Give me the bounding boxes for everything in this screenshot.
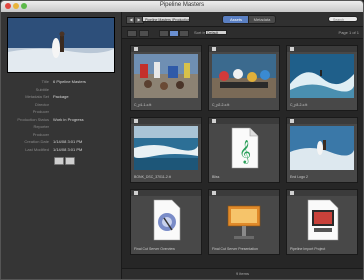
asset-tile[interactable]: C_p1-1-c.tt — [130, 45, 202, 111]
tab-metadata[interactable]: Metadata — [248, 15, 276, 24]
metadata-row: Director — [34, 101, 49, 107]
metadata-row: Last Modified 1/14/08 3:01 PM — [25, 146, 83, 152]
thumbnail — [212, 198, 276, 242]
metadata-list: Title 6 Pipeline Masters Subtitle Metadat… — [1, 78, 121, 153]
metadata-row: Title 6 Pipeline Masters — [41, 79, 86, 84]
asset-name: Pipeline Import Project — [290, 247, 326, 251]
asset-tile[interactable]: 𝄞 Bliss — [208, 117, 280, 183]
tab-assets[interactable]: Assets — [222, 15, 250, 24]
asset-name: Final Cut Server Presentation — [212, 247, 258, 251]
location-popup[interactable]: Pipeline Masters (Production 1) — [142, 16, 190, 22]
asset-tile[interactable]: C_p3-2-c.tt — [286, 45, 358, 111]
edit-metadata-button[interactable] — [54, 157, 64, 165]
status-bar: 9 items — [122, 268, 363, 279]
thumbnail-view-icon[interactable] — [169, 30, 179, 37]
inspector-panel: Title 6 Pipeline Masters Subtitle Metadat… — [1, 12, 122, 279]
app-window: Pipeline Masters Title 6 Pipeline Masters… — [0, 0, 364, 280]
fcp-project-icon — [307, 199, 339, 241]
thumbnail — [134, 54, 198, 98]
doc-type-icon — [212, 191, 216, 195]
image-type-icon — [290, 47, 294, 51]
image-type-icon — [134, 119, 138, 123]
asset-tile[interactable]: BONK_DSC_37011-2.tt — [130, 117, 202, 183]
asset-tile[interactable]: Final Cut Server Overview — [130, 189, 202, 255]
doc-type-icon — [212, 119, 216, 123]
asset-name: End Logo 2 — [290, 175, 308, 179]
doc-type-icon — [134, 191, 138, 195]
image-type-icon — [212, 47, 216, 51]
asset-name: C_p3-2-c.tt — [290, 103, 308, 107]
photo-surfer-icon — [290, 126, 354, 170]
page-indicator: Page 1 of 1 — [338, 30, 359, 35]
list-view-icon[interactable] — [159, 30, 169, 37]
view-options-icon[interactable] — [127, 30, 137, 37]
metadata-row: Subtitle — [35, 86, 49, 92]
asset-tile[interactable]: Final Cut Server Presentation — [208, 189, 280, 255]
metadata-row: Reporter — [33, 124, 49, 129]
pdf-doc-icon — [153, 199, 181, 241]
asset-tile[interactable]: Pipeline Import Project — [286, 189, 358, 255]
browser-panel: ◀ ▶ Pipeline Masters (Production 1) Asse… — [122, 12, 363, 279]
image-type-icon — [134, 47, 138, 51]
save-metadata-button[interactable] — [65, 157, 75, 165]
asset-name: C_p1-1-c.tt — [134, 103, 152, 107]
photo-crowd-icon — [134, 54, 198, 98]
window-title: Pipeline Masters — [159, 2, 205, 8]
photo-aerial-icon — [134, 126, 198, 170]
asset-tile[interactable]: C_p2-2-c.tt — [208, 45, 280, 111]
metadata-row: Producer — [32, 131, 49, 137]
metadata-row: Production Status Work in Progress — [17, 116, 84, 122]
svg-text:𝄞: 𝄞 — [239, 139, 251, 164]
filter-icon[interactable] — [139, 30, 149, 37]
asset-tile[interactable]: End Logo 2 — [286, 117, 358, 183]
thumbnail — [212, 54, 276, 98]
keynote-doc-icon — [227, 205, 261, 239]
asset-name: Final Cut Server Overview — [134, 247, 175, 251]
preview-thumbnail — [7, 17, 115, 73]
asset-name: C_p2-2-c.tt — [212, 103, 230, 107]
search-input[interactable]: Search — [328, 16, 358, 22]
asset-name: Bliss — [212, 175, 220, 179]
surfer-photo-icon — [8, 18, 114, 72]
asset-name: BONK_DSC_37011-2.tt — [134, 175, 171, 179]
thumbnail — [290, 198, 354, 242]
thumbnail — [290, 54, 354, 98]
thumbnail — [290, 126, 354, 170]
metadata-row: Producer — [32, 109, 49, 114]
view-toolbar: Sort by Default Page 1 of 1 — [122, 27, 363, 39]
photo-wave-icon — [290, 54, 354, 98]
metadata-row: Creation Date 1/14/08 3:01 PM — [24, 139, 83, 144]
photo-photographers-icon — [212, 54, 276, 98]
thumbnail — [134, 126, 198, 170]
sort-select[interactable]: Default — [205, 30, 227, 35]
audio-file-icon: 𝄞 — [231, 127, 259, 169]
metadata-row: Metadata Set Package — [25, 94, 69, 99]
doc-type-icon — [290, 191, 294, 195]
thumbnail: 𝄞 — [212, 126, 276, 170]
image-type-icon — [290, 119, 294, 123]
thumbnail — [134, 198, 198, 242]
icon-view-icon[interactable] — [179, 30, 189, 37]
navigation-toolbar: ◀ ▶ Pipeline Masters (Production 1) Asse… — [122, 12, 363, 27]
